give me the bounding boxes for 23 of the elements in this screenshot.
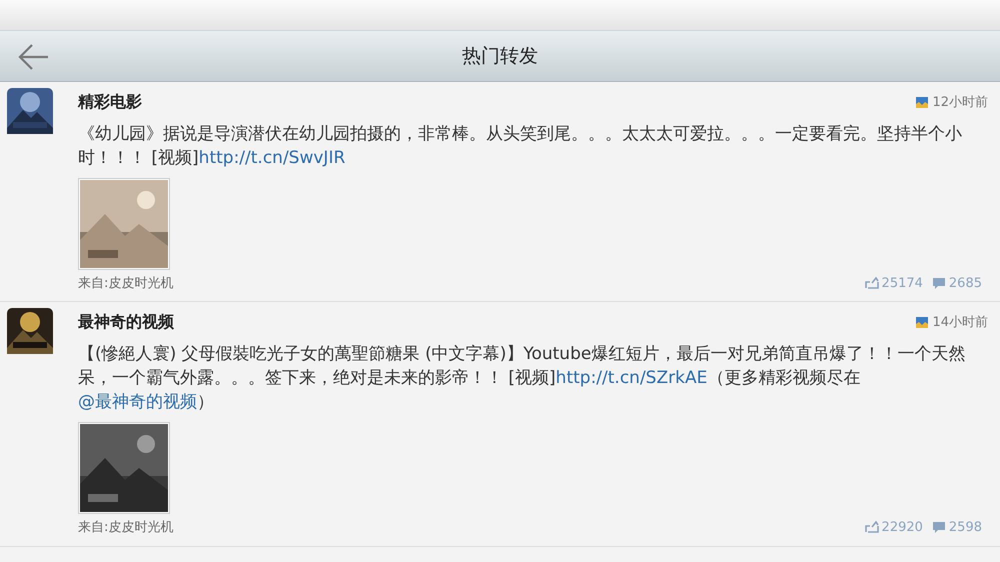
post-link[interactable]: http://t.cn/SwvJIR bbox=[198, 148, 346, 168]
post-link[interactable]: http://t.cn/SZrkAE bbox=[556, 368, 708, 388]
post-time: 12小时前 bbox=[932, 94, 988, 111]
source-label: 来自:皮皮时光机 bbox=[78, 275, 174, 292]
comment-icon[interactable] bbox=[932, 521, 946, 533]
post-text: 【(慘絕人寰) 父母假裝吃光子女的萬聖節糖果 (中文字幕)】Youtube爆红短片，最后一对兄弟简直吊爆了！！一个天然呆，一个霸气外露。。。签下来，绝对是未来的影帝！！ [视频]http://t.cn/SZrkAE（更多精彩视频尽在 @最神奇的视频） bbox=[78, 343, 966, 414]
author-name[interactable]: 最神奇的视频 bbox=[78, 312, 916, 332]
comment-icon[interactable] bbox=[932, 277, 946, 289]
image-icon bbox=[916, 316, 928, 328]
page-title: 热门转发 bbox=[462, 44, 538, 69]
repost-count: 22920 bbox=[882, 520, 923, 534]
post-time: 14小时前 bbox=[932, 314, 988, 331]
comment-count: 2598 bbox=[948, 520, 982, 534]
repost-count: 25174 bbox=[882, 276, 923, 290]
comment-count: 2685 bbox=[948, 276, 982, 290]
image-icon bbox=[916, 96, 928, 108]
author-name[interactable]: 精彩电影 bbox=[78, 92, 916, 112]
repost-icon[interactable] bbox=[864, 521, 879, 533]
back-arrow-icon[interactable] bbox=[18, 43, 50, 71]
post-link[interactable]: @最神奇的视频 bbox=[78, 392, 197, 412]
post-text: 《幼儿园》据说是导演潜伏在幼儿园拍摄的，非常棒。从头笑到尾。。。太太太可爱拉。。。一定要看完。坚持半个小时！！！ [视频]http://t.cn/SwvJIR bbox=[78, 123, 963, 170]
source-label: 来自:皮皮时光机 bbox=[78, 519, 174, 536]
repost-icon[interactable] bbox=[864, 277, 879, 289]
